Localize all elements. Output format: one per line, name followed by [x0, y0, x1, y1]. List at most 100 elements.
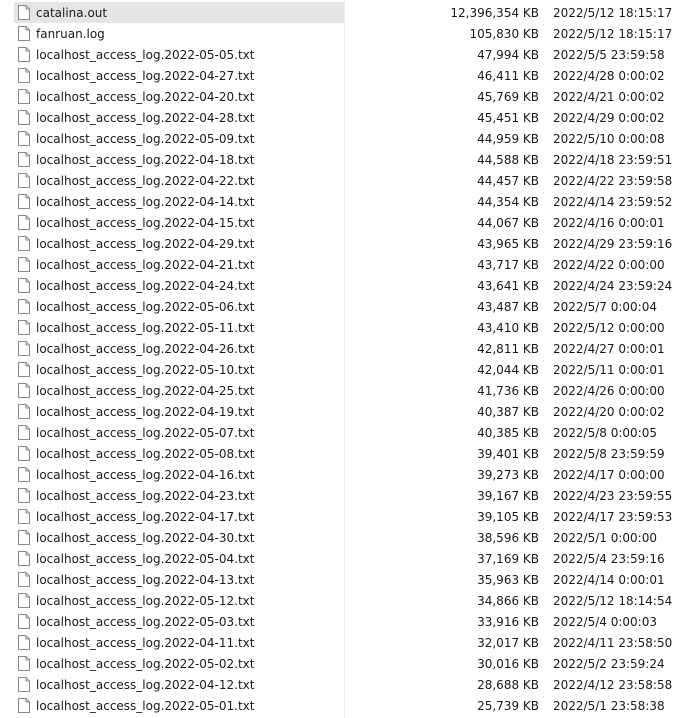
file-name-cell[interactable]: localhost_access_log.2022-04-15.txt	[14, 212, 344, 233]
file-row[interactable]: localhost_access_log.2022-04-18.txt 44,58…	[0, 149, 678, 170]
file-row[interactable]: localhost_access_log.2022-05-06.txt 43,48…	[0, 296, 678, 317]
file-name-cell[interactable]: localhost_access_log.2022-04-13.txt	[14, 569, 344, 590]
file-size: 39,167 KB	[477, 488, 539, 503]
file-row[interactable]: localhost_access_log.2022-04-27.txt 46,41…	[0, 65, 678, 86]
file-name-cell[interactable]: localhost_access_log.2022-05-10.txt	[14, 359, 344, 380]
file-row[interactable]: localhost_access_log.2022-04-23.txt 39,16…	[0, 485, 678, 506]
file-name: localhost_access_log.2022-05-02.txt	[36, 656, 255, 671]
file-name-cell[interactable]: localhost_access_log.2022-04-18.txt	[14, 149, 344, 170]
file-name-cell[interactable]: localhost_access_log.2022-05-01.txt	[14, 695, 344, 716]
file-name-cell[interactable]: localhost_access_log.2022-05-04.txt	[14, 548, 344, 569]
file-name-cell[interactable]: catalina.out	[14, 2, 344, 23]
file-name-cell[interactable]: localhost_access_log.2022-04-21.txt	[14, 254, 344, 275]
file-name-cell[interactable]: localhost_access_log.2022-04-19.txt	[14, 401, 344, 422]
file-name-cell[interactable]: localhost_access_log.2022-05-06.txt	[14, 296, 344, 317]
file-row[interactable]: localhost_access_log.2022-04-12.txt 28,68…	[0, 674, 678, 695]
file-row[interactable]: localhost_access_log.2022-05-04.txt 37,16…	[0, 548, 678, 569]
file-row[interactable]: localhost_access_log.2022-04-11.txt 32,01…	[0, 632, 678, 653]
file-icon	[18, 404, 30, 419]
file-modified-date: 2022/4/21 0:00:02	[553, 89, 665, 104]
file-row[interactable]: localhost_access_log.2022-04-16.txt 39,27…	[0, 464, 678, 485]
file-name-cell[interactable]: localhost_access_log.2022-04-26.txt	[14, 338, 344, 359]
file-icon	[18, 194, 30, 209]
file-row[interactable]: localhost_access_log.2022-05-09.txt 44,95…	[0, 128, 678, 149]
file-row[interactable]: localhost_access_log.2022-04-22.txt 44,45…	[0, 170, 678, 191]
file-modified-date: 2022/4/27 0:00:01	[553, 341, 665, 356]
file-row[interactable]: localhost_access_log.2022-05-05.txt 47,99…	[0, 44, 678, 65]
file-modified-date: 2022/5/1 0:00:00	[553, 530, 657, 545]
file-name-cell[interactable]: localhost_access_log.2022-04-16.txt	[14, 464, 344, 485]
file-row[interactable]: localhost_access_log.2022-04-29.txt 43,96…	[0, 233, 678, 254]
file-name: localhost_access_log.2022-04-23.txt	[36, 488, 255, 503]
file-row[interactable]: localhost_access_log.2022-05-08.txt 39,40…	[0, 443, 678, 464]
file-row[interactable]: localhost_access_log.2022-04-19.txt 40,38…	[0, 401, 678, 422]
file-row[interactable]: localhost_access_log.2022-04-21.txt 43,71…	[0, 254, 678, 275]
file-name: localhost_access_log.2022-05-08.txt	[36, 446, 255, 461]
file-row[interactable]: localhost_access_log.2022-05-03.txt 33,91…	[0, 611, 678, 632]
file-name-cell[interactable]: localhost_access_log.2022-05-09.txt	[14, 128, 344, 149]
file-name: localhost_access_log.2022-05-07.txt	[36, 425, 255, 440]
file-icon	[18, 152, 30, 167]
file-name-cell[interactable]: localhost_access_log.2022-04-23.txt	[14, 485, 344, 506]
file-name-cell[interactable]: localhost_access_log.2022-05-05.txt	[14, 44, 344, 65]
file-size: 105,830 KB	[469, 26, 539, 41]
file-name-cell[interactable]: localhost_access_log.2022-04-29.txt	[14, 233, 344, 254]
file-row[interactable]: localhost_access_log.2022-04-24.txt 43,64…	[0, 275, 678, 296]
file-modified-date: 2022/5/7 0:00:04	[553, 299, 657, 314]
file-row[interactable]: localhost_access_log.2022-04-13.txt 35,96…	[0, 569, 678, 590]
file-size: 43,717 KB	[477, 257, 539, 272]
file-name-cell[interactable]: localhost_access_log.2022-04-24.txt	[14, 275, 344, 296]
file-row[interactable]: localhost_access_log.2022-04-20.txt 45,76…	[0, 86, 678, 107]
file-name: localhost_access_log.2022-05-09.txt	[36, 131, 255, 146]
file-name-cell[interactable]: localhost_access_log.2022-04-17.txt	[14, 506, 344, 527]
file-icon	[18, 110, 30, 125]
file-name-cell[interactable]: localhost_access_log.2022-05-03.txt	[14, 611, 344, 632]
file-row[interactable]: localhost_access_log.2022-05-10.txt 42,04…	[0, 359, 678, 380]
file-row[interactable]: localhost_access_log.2022-04-25.txt 41,73…	[0, 380, 678, 401]
file-name: localhost_access_log.2022-04-17.txt	[36, 509, 255, 524]
file-row[interactable]: localhost_access_log.2022-04-17.txt 39,10…	[0, 506, 678, 527]
file-name-cell[interactable]: localhost_access_log.2022-04-25.txt	[14, 380, 344, 401]
file-icon	[18, 341, 30, 356]
file-row[interactable]: localhost_access_log.2022-04-15.txt 44,06…	[0, 212, 678, 233]
file-row[interactable]: localhost_access_log.2022-04-28.txt 45,45…	[0, 107, 678, 128]
file-size: 32,017 KB	[477, 635, 539, 650]
file-name: localhost_access_log.2022-04-29.txt	[36, 236, 255, 251]
file-name: localhost_access_log.2022-05-01.txt	[36, 698, 255, 713]
file-row[interactable]: localhost_access_log.2022-05-12.txt 34,86…	[0, 590, 678, 611]
file-name-cell[interactable]: localhost_access_log.2022-04-14.txt	[14, 191, 344, 212]
file-modified-date: 2022/4/22 0:00:00	[553, 257, 665, 272]
file-name-cell[interactable]: localhost_access_log.2022-04-28.txt	[14, 107, 344, 128]
file-name-cell[interactable]: localhost_access_log.2022-04-30.txt	[14, 527, 344, 548]
file-modified-date: 2022/4/12 23:58:58	[553, 677, 673, 692]
file-modified-date: 2022/5/12 0:00:00	[553, 320, 665, 335]
file-row[interactable]: localhost_access_log.2022-05-11.txt 43,41…	[0, 317, 678, 338]
file-name-cell[interactable]: localhost_access_log.2022-04-27.txt	[14, 65, 344, 86]
file-name-cell[interactable]: localhost_access_log.2022-04-11.txt	[14, 632, 344, 653]
file-row[interactable]: localhost_access_log.2022-05-07.txt 40,38…	[0, 422, 678, 443]
file-name-cell[interactable]: localhost_access_log.2022-05-12.txt	[14, 590, 344, 611]
file-size: 41,736 KB	[477, 383, 539, 398]
file-row[interactable]: localhost_access_log.2022-04-26.txt 42,81…	[0, 338, 678, 359]
file-modified-date: 2022/4/14 23:59:52	[553, 194, 673, 209]
file-modified-date: 2022/5/11 0:00:01	[553, 362, 665, 377]
file-row[interactable]: localhost_access_log.2022-05-02.txt 30,01…	[0, 653, 678, 674]
file-row[interactable]: localhost_access_log.2022-05-01.txt 25,73…	[0, 695, 678, 716]
file-row[interactable]: localhost_access_log.2022-04-14.txt 44,35…	[0, 191, 678, 212]
file-name-cell[interactable]: localhost_access_log.2022-05-07.txt	[14, 422, 344, 443]
file-row[interactable]: catalina.out 12,396,354 KB 2022/5/12 18:15…	[0, 2, 678, 23]
file-size: 34,866 KB	[477, 593, 539, 608]
file-name-cell[interactable]: localhost_access_log.2022-05-08.txt	[14, 443, 344, 464]
file-name-cell[interactable]: localhost_access_log.2022-05-02.txt	[14, 653, 344, 674]
file-row[interactable]: fanruan.log 105,830 KB 2022/5/12 18:15:17	[0, 23, 678, 44]
file-name-cell[interactable]: fanruan.log	[14, 23, 344, 44]
file-name-cell[interactable]: localhost_access_log.2022-04-12.txt	[14, 674, 344, 695]
file-icon	[18, 677, 30, 692]
file-name-cell[interactable]: localhost_access_log.2022-04-22.txt	[14, 170, 344, 191]
file-modified-date: 2022/4/14 0:00:01	[553, 572, 665, 587]
file-size: 43,641 KB	[477, 278, 539, 293]
file-name-cell[interactable]: localhost_access_log.2022-04-20.txt	[14, 86, 344, 107]
file-row[interactable]: localhost_access_log.2022-04-30.txt 38,59…	[0, 527, 678, 548]
file-size: 12,396,354 KB	[450, 5, 539, 20]
file-name-cell[interactable]: localhost_access_log.2022-05-11.txt	[14, 317, 344, 338]
